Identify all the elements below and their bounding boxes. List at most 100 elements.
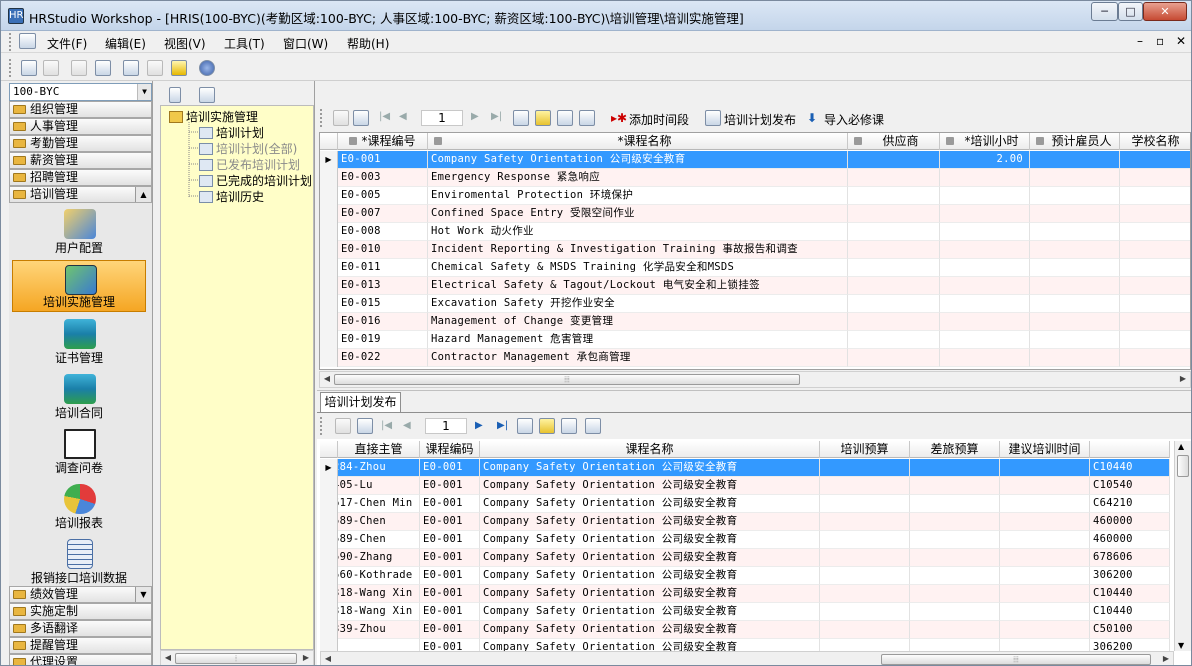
refresh-icon[interactable] xyxy=(357,418,373,434)
course-grid-hscrollbar[interactable]: ◀ ⦙⦙⦙ ▶ xyxy=(319,371,1191,388)
row-indicator[interactable] xyxy=(320,477,338,495)
row-indicator[interactable] xyxy=(320,295,338,313)
table-cell-manager[interactable] xyxy=(338,639,420,651)
table-cell-name[interactable]: Company Safety Orientation 公司级安全教育 xyxy=(480,531,820,549)
table-cell-vendor[interactable] xyxy=(848,187,940,205)
prev-page-icon[interactable]: ◀ xyxy=(399,111,407,122)
table-row[interactable]: E0-016 Management of Change 变更管理 xyxy=(320,313,1190,331)
tree-node-history[interactable]: 培训历史 xyxy=(199,190,264,204)
table-cell-staff[interactable] xyxy=(1030,205,1120,223)
group-proxy[interactable]: 代理设置 xyxy=(9,654,152,665)
table-cell-code[interactable]: E0-001 xyxy=(338,151,428,169)
table-cell-school[interactable] xyxy=(1120,313,1190,331)
table-cell-code[interactable]: E0-003 xyxy=(338,169,428,187)
scroll-right-icon[interactable]: ▶ xyxy=(1160,654,1172,663)
table-cell-school[interactable] xyxy=(1120,349,1190,367)
table-row[interactable]: 617-Chen Min E0-001 Company Safety Orienta… xyxy=(320,495,1170,513)
company-select[interactable]: 100-BYC ▼ xyxy=(9,83,152,101)
scroll-down-icon[interactable]: ▼ xyxy=(1178,641,1184,650)
table-cell-name[interactable]: Confined Space Entry 受限空间作业 xyxy=(428,205,848,223)
table-cell-name[interactable]: Company Safety Orientation 公司级安全教育 xyxy=(480,513,820,531)
table-cell-staff[interactable] xyxy=(1030,187,1120,205)
nav-item-contract[interactable]: 培训合同 xyxy=(12,370,146,422)
nav-item-user-config[interactable]: 用户配置 xyxy=(12,205,146,257)
tree-hscrollbar[interactable]: ◀ ⦙ ▶ xyxy=(160,650,314,665)
table-cell-manager[interactable]: 405-Lu xyxy=(338,477,420,495)
table-cell-vendor[interactable] xyxy=(848,205,940,223)
table-cell-training-budget[interactable] xyxy=(820,567,910,585)
table-cell-suggested-time[interactable] xyxy=(1000,513,1090,531)
table-row[interactable]: E0-015 Excavation Safety 开挖作业安全 xyxy=(320,295,1190,313)
row-indicator[interactable] xyxy=(320,205,338,223)
row-indicator[interactable] xyxy=(320,549,338,567)
menu-window[interactable]: 窗口(W) xyxy=(283,35,328,52)
table-cell-staff[interactable] xyxy=(1030,295,1120,313)
table-cell-school[interactable] xyxy=(1120,295,1190,313)
save-icon[interactable] xyxy=(335,418,351,434)
table-cell-name[interactable]: Excavation Safety 开挖作业安全 xyxy=(428,295,848,313)
table-cell-training-budget[interactable] xyxy=(820,477,910,495)
table-cell-training-budget[interactable] xyxy=(820,459,910,477)
export-icon[interactable] xyxy=(579,110,595,126)
minimize-button[interactable]: ─ xyxy=(1091,2,1118,21)
row-indicator[interactable] xyxy=(320,531,338,549)
table-row[interactable]: 589-Chen E0-001 Company Safety Orientation… xyxy=(320,513,1170,531)
table-cell-manager[interactable]: 560-Kothrade xyxy=(338,567,420,585)
table-cell-code[interactable]: E0-001 xyxy=(420,513,480,531)
table-cell-manager[interactable]: 589-Chen xyxy=(338,531,420,549)
table-cell-training-budget[interactable] xyxy=(820,549,910,567)
add-period-button[interactable]: 添加时间段 xyxy=(629,111,689,128)
table-cell-manager[interactable]: 339-Zhou xyxy=(338,621,420,639)
table-row[interactable]: E0-011 Chemical Safety & MSDS Training 化学… xyxy=(320,259,1190,277)
search-icon[interactable] xyxy=(517,418,533,434)
table-cell-name[interactable]: Incident Reporting & Investigation Train… xyxy=(428,241,848,259)
row-indicator[interactable] xyxy=(320,603,338,621)
table-cell-extra[interactable]: C10440 xyxy=(1090,603,1170,621)
group-attendance[interactable]: 考勤管理 xyxy=(9,135,152,152)
table-cell-name[interactable]: Emergency Response 紧急响应 xyxy=(428,169,848,187)
table-cell-extra[interactable]: 306200 xyxy=(1090,639,1170,651)
tab-publish-plan[interactable]: 培训计划发布 xyxy=(320,392,401,412)
col-course-name[interactable]: 课程名称 xyxy=(480,441,820,458)
table-cell-code[interactable]: E0-015 xyxy=(338,295,428,313)
table-cell-hours[interactable] xyxy=(940,277,1030,295)
table-cell-name[interactable]: Company Safety Orientation 公司级安全教育 xyxy=(480,495,820,513)
row-indicator[interactable] xyxy=(320,513,338,531)
row-indicator[interactable] xyxy=(320,495,338,513)
scroll-up-icon[interactable]: ▲ xyxy=(1178,442,1184,451)
table-cell-vendor[interactable] xyxy=(848,151,940,169)
table-cell-suggested-time[interactable] xyxy=(1000,495,1090,513)
publish-plan-button[interactable]: 培训计划发布 xyxy=(724,111,796,128)
nav-item-survey[interactable]: 调查问卷 xyxy=(12,425,146,477)
table-cell-school[interactable] xyxy=(1120,277,1190,295)
table-cell-name[interactable]: Hot Work 动火作业 xyxy=(428,223,848,241)
scroll-thumb[interactable]: ⦙ xyxy=(175,653,297,664)
row-indicator[interactable] xyxy=(320,639,338,651)
table-row[interactable]: 560-Kothrade E0-001 Company Safety Orienta… xyxy=(320,567,1170,585)
columns-icon[interactable] xyxy=(557,110,573,126)
table-cell-training-budget[interactable] xyxy=(820,621,910,639)
chevron-down-icon[interactable]: ▼ xyxy=(137,84,151,100)
table-cell-staff[interactable] xyxy=(1030,331,1120,349)
table-row[interactable]: 318-Wang Xin E0-001 Company Safety Orienta… xyxy=(320,585,1170,603)
table-cell-hours[interactable] xyxy=(940,169,1030,187)
table-cell-school[interactable] xyxy=(1120,223,1190,241)
row-indicator[interactable] xyxy=(320,259,338,277)
col-expected-staff[interactable]: 预计雇员人 xyxy=(1030,133,1120,150)
table-cell-suggested-time[interactable] xyxy=(1000,585,1090,603)
table-cell-code[interactable]: E0-013 xyxy=(338,277,428,295)
mdi-restore-button[interactable]: ▫ xyxy=(1156,34,1164,48)
table-cell-travel-budget[interactable] xyxy=(910,567,1000,585)
table-cell-name[interactable]: Company Safety Orientation 公司级安全教育 xyxy=(480,549,820,567)
menu-edit[interactable]: 编辑(E) xyxy=(105,35,146,52)
col-course-name[interactable]: *课程名称 xyxy=(428,133,848,150)
col-school[interactable]: 学校名称 xyxy=(1120,133,1190,150)
table-cell-extra[interactable]: 460000 xyxy=(1090,531,1170,549)
table-cell-hours[interactable] xyxy=(940,259,1030,277)
table-cell-extra[interactable]: C10440 xyxy=(1090,585,1170,603)
toolbar-grip[interactable] xyxy=(9,33,12,51)
group-performance[interactable]: 绩效管理 ▼ xyxy=(9,586,152,603)
export-icon[interactable] xyxy=(585,418,601,434)
table-cell-vendor[interactable] xyxy=(848,223,940,241)
table-cell-travel-budget[interactable] xyxy=(910,549,1000,567)
